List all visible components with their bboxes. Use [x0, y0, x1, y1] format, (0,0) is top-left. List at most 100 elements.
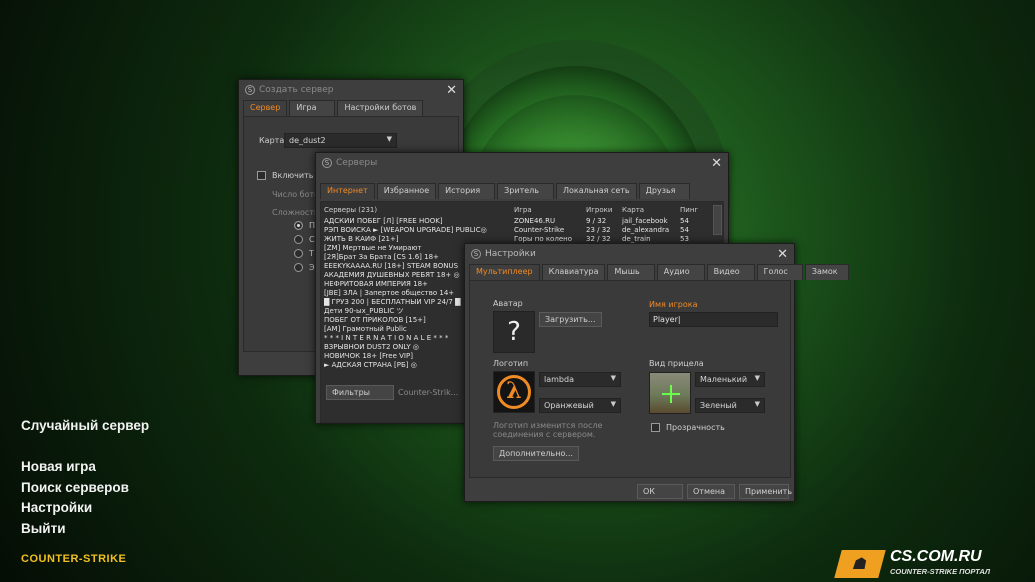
- settings-window: S Настройки ✕ Мультиплеер Клавиатура Мыш…: [464, 243, 849, 502]
- servers-title: Серверы: [336, 158, 378, 168]
- upload-avatar-button-label: Загрузить...: [545, 315, 596, 324]
- counter-strike-logo: COUNTER-STRIKE: [21, 553, 127, 565]
- player-name-input[interactable]: Player|: [649, 312, 778, 327]
- menu-quit[interactable]: Выйти: [21, 521, 66, 536]
- close-icon[interactable]: ✕: [777, 247, 788, 262]
- column-map[interactable]: Карта: [622, 205, 680, 215]
- create-server-titlebar[interactable]: S Создать сервер ✕: [239, 80, 463, 100]
- map-label: Карта: [259, 136, 285, 145]
- advanced-button[interactable]: Дополнительно...: [493, 446, 579, 461]
- difficulty-radio-2[interactable]: [294, 235, 303, 244]
- tab-voice[interactable]: Голос: [756, 264, 803, 280]
- create-server-tabs: Сервер Игра Настройки ботов: [239, 100, 463, 116]
- settings-title: Настройки: [485, 249, 536, 259]
- tab-spectate[interactable]: Зритель: [497, 183, 554, 199]
- avatar-label: Аватар: [493, 299, 523, 308]
- steam-logo-icon: S: [322, 158, 332, 168]
- column-servers[interactable]: Серверы (231): [324, 205, 514, 215]
- crosshair-label: Вид прицела: [649, 359, 704, 368]
- enable-bots-checkbox[interactable]: [257, 171, 266, 180]
- tab-keyboard[interactable]: Клавиатура: [541, 264, 606, 280]
- avatar-image: ?: [493, 311, 535, 353]
- crosshair-color-dropdown[interactable]: Зеленый ▼: [695, 398, 765, 413]
- server-cell: 23 / 32: [586, 226, 611, 234]
- close-icon[interactable]: ✕: [446, 83, 457, 98]
- menu-find-servers[interactable]: Поиск серверов: [21, 480, 129, 495]
- servers-titlebar[interactable]: S Серверы ✕: [316, 153, 728, 173]
- chevron-down-icon: ▼: [610, 400, 616, 408]
- logo-dropdown[interactable]: lambda ▼: [539, 372, 621, 387]
- server-row[interactable]: АДСКИЙ ПОБЕГ [Л] [FREE HOOK] ZONE46.RU 9 /…: [324, 217, 724, 226]
- difficulty-option-2: С: [309, 235, 315, 244]
- logo-color-dropdown[interactable]: Оранжевый ▼: [539, 398, 621, 413]
- tab-internet[interactable]: Интернет: [320, 183, 375, 199]
- difficulty-option-3: Т: [309, 249, 314, 258]
- close-icon[interactable]: ✕: [711, 156, 722, 171]
- settings-tabs: Мультиплеер Клавиатура Мышь Аудио Видео …: [465, 264, 849, 280]
- create-server-title: Создать сервер: [259, 85, 334, 95]
- text-cursor: |: [677, 315, 681, 324]
- ok-button-label: ОК: [643, 487, 655, 496]
- scrollbar[interactable]: [713, 205, 722, 235]
- server-row[interactable]: РЭП ВОЙСКА ► [WEAPON UPGRADE] PUBLIC◎ Cou…: [324, 226, 724, 235]
- tab-multiplayer[interactable]: Мультиплеер: [469, 264, 540, 280]
- servers-tabs: Интернет Избранное История Зритель Локал…: [316, 183, 728, 199]
- menu-settings[interactable]: Настройки: [21, 500, 92, 515]
- difficulty-radio-1[interactable]: [294, 221, 303, 230]
- filter-info: Counter-Strik...: [398, 388, 459, 397]
- transparency-checkbox[interactable]: [651, 423, 660, 432]
- crosshair-color-value: Зеленый: [700, 401, 737, 410]
- apply-button-label: Применить: [745, 487, 793, 496]
- difficulty-option-4: Э: [309, 263, 315, 272]
- cancel-button[interactable]: Отмена: [687, 484, 735, 499]
- upload-avatar-button[interactable]: Загрузить...: [539, 312, 602, 327]
- tab-game[interactable]: Игра: [289, 100, 336, 116]
- tab-bot-settings[interactable]: Настройки ботов: [337, 100, 424, 116]
- logo-dropdown-value: lambda: [544, 375, 574, 384]
- ok-button[interactable]: ОК: [637, 484, 683, 499]
- lambda-logo-icon: λ: [493, 371, 535, 413]
- filters-button-label: Фильтры: [332, 388, 370, 397]
- column-players[interactable]: Игроки: [586, 205, 622, 215]
- tab-mouse[interactable]: Мышь: [607, 264, 655, 280]
- server-cell: 54: [680, 217, 689, 225]
- tab-lan[interactable]: Локальная сеть: [555, 183, 637, 199]
- soldier-icon: ☗: [834, 550, 886, 578]
- tab-video[interactable]: Видео: [706, 264, 755, 280]
- chevron-down-icon: ▼: [754, 400, 760, 408]
- filters-button[interactable]: Фильтры: [326, 385, 394, 400]
- transparency-label: Прозрачность: [666, 423, 725, 432]
- player-name-label: Имя игрока: [649, 300, 698, 309]
- cancel-button-label: Отмена: [693, 487, 726, 496]
- tab-server[interactable]: Сервер: [243, 100, 288, 116]
- tab-favorites[interactable]: Избранное: [376, 183, 437, 199]
- tab-history[interactable]: История: [438, 183, 496, 199]
- menu-random-server[interactable]: Случайный сервер: [21, 418, 149, 433]
- crosshair-size-dropdown[interactable]: Маленький ▼: [695, 372, 765, 387]
- difficulty-radio-3[interactable]: [294, 249, 303, 258]
- column-game[interactable]: Игра: [514, 205, 586, 215]
- tab-friends[interactable]: Друзья: [638, 183, 691, 199]
- site-tagline: COUNTER-STRIKE ПОРТАЛ: [890, 567, 991, 576]
- logo-label: Логотип: [493, 359, 529, 368]
- logo-note: Логотип изменится после соединения с сер…: [493, 421, 603, 439]
- steam-logo-icon: S: [471, 249, 481, 259]
- difficulty-radio-4[interactable]: [294, 263, 303, 272]
- tab-lock[interactable]: Замок: [804, 264, 849, 280]
- column-ping[interactable]: Пинг: [680, 205, 710, 215]
- tab-audio[interactable]: Аудио: [656, 264, 705, 280]
- server-cell: jail_facebook: [622, 217, 668, 225]
- chevron-down-icon: ▼: [754, 374, 760, 382]
- server-cell: 54: [680, 226, 689, 234]
- chevron-down-icon: ▼: [610, 374, 616, 382]
- difficulty-label: Сложность: [272, 208, 319, 217]
- crosshair-icon-h: [662, 393, 680, 395]
- map-dropdown[interactable]: de_dust2 ▼: [284, 133, 397, 148]
- server-cell: de_alexandra: [622, 226, 670, 234]
- site-logo: ☗ CS.COM.RU COUNTER-STRIKE ПОРТАЛ: [834, 548, 1028, 580]
- menu-new-game[interactable]: Новая игра: [21, 459, 96, 474]
- settings-titlebar[interactable]: S Настройки ✕: [465, 244, 794, 264]
- apply-button[interactable]: Применить: [739, 484, 793, 499]
- server-cell: ZONE46.RU: [514, 217, 556, 225]
- advanced-button-label: Дополнительно...: [499, 449, 573, 458]
